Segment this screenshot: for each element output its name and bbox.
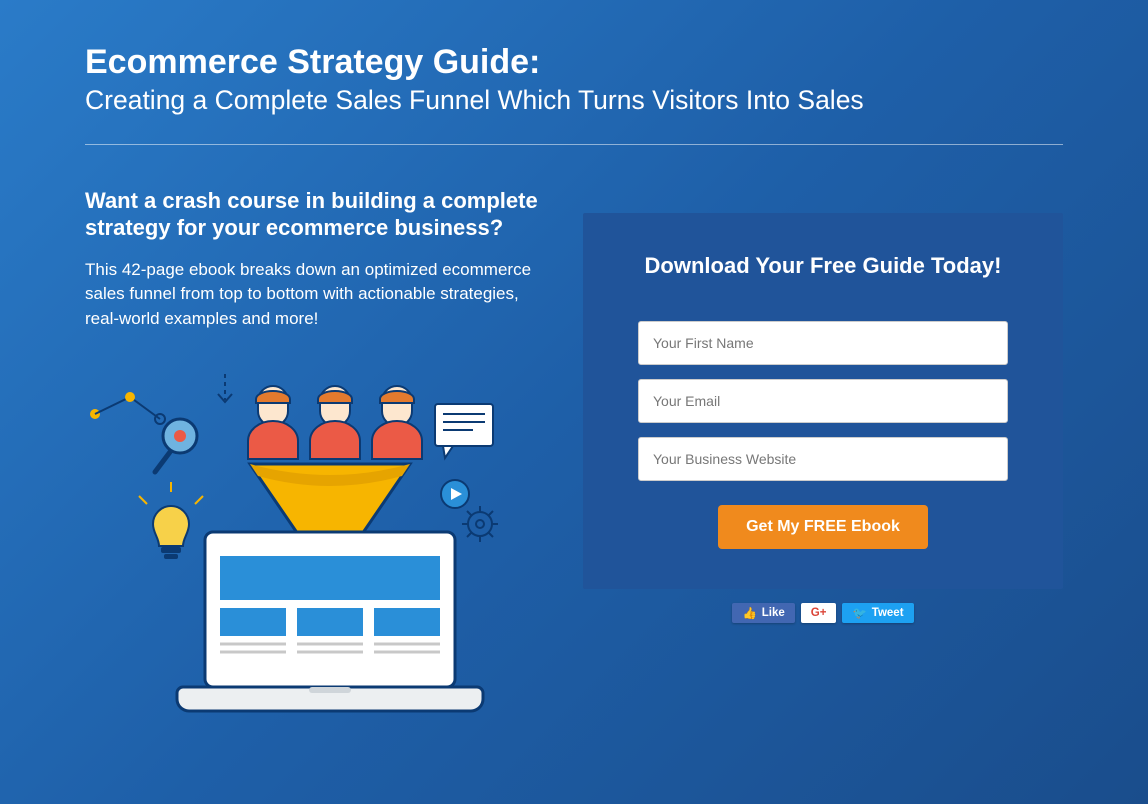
twitter-tweet-label: Tweet	[872, 607, 904, 619]
download-form-card: Download Your Free Guide Today! Get My F…	[583, 213, 1063, 589]
google-plus-button[interactable]: G+	[801, 603, 837, 623]
funnel-illustration	[75, 364, 543, 719]
thumbs-up-icon: 👍	[742, 606, 756, 620]
divider	[85, 144, 1063, 145]
form-heading: Download Your Free Guide Today!	[638, 253, 1008, 279]
facebook-like-button[interactable]: 👍 Like	[732, 603, 794, 623]
lead-question: Want a crash course in building a comple…	[85, 187, 543, 242]
lead-body: This 42-page ebook breaks down an optimi…	[85, 258, 543, 332]
submit-button[interactable]: Get My FREE Ebook	[718, 505, 928, 549]
google-plus-label: G+	[811, 607, 827, 619]
twitter-tweet-button[interactable]: 🐦 Tweet	[842, 603, 913, 623]
page-subtitle: Creating a Complete Sales Funnel Which T…	[85, 85, 1063, 116]
first-name-input[interactable]	[638, 321, 1008, 365]
email-input[interactable]	[638, 379, 1008, 423]
twitter-icon: 🐦	[852, 606, 866, 620]
website-input[interactable]	[638, 437, 1008, 481]
facebook-like-label: Like	[762, 607, 785, 619]
page-title: Ecommerce Strategy Guide:	[85, 42, 1063, 83]
